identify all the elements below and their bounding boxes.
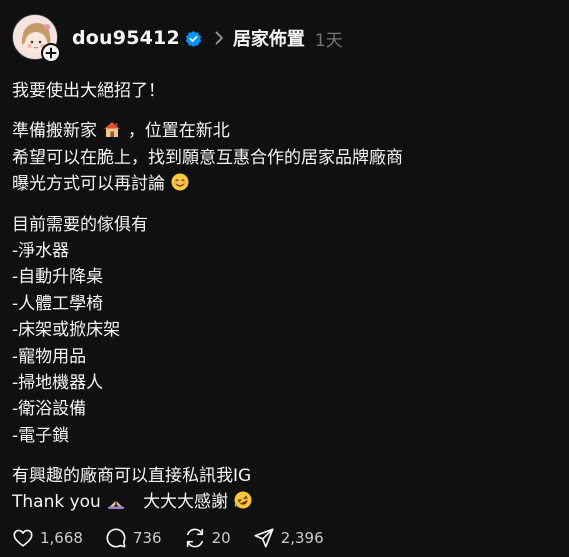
heart-icon <box>13 529 33 547</box>
like-count: 1,668 <box>40 529 83 547</box>
post-list-item: -電子鎖 <box>12 425 70 446</box>
post-body: 我要使出大絕招了！ 準備搬新家 ，位置在新北 希望可以在脆上，找到願意互惠合作的… <box>12 78 557 516</box>
post-line: 有興趣的廠商可以直接私訊我IG <box>12 466 252 487</box>
post-list-item: -自動升降桌 <box>12 267 104 288</box>
avatar[interactable] <box>12 14 61 63</box>
verified-badge-icon <box>185 30 202 47</box>
post-list-item: -淨水器 <box>12 240 70 261</box>
share-icon <box>254 528 274 548</box>
smiling-face-emoji-icon <box>170 172 190 200</box>
like-button[interactable]: 1,668 <box>12 527 83 549</box>
plus-icon <box>45 47 57 59</box>
post-line: 曝光方式可以再討論 <box>12 171 557 197</box>
post-line: 我要使出大絕招了！ <box>12 81 165 101</box>
topic-tag-link[interactable]: 居家佈置 <box>233 25 305 51</box>
post-header: dou95412 居家佈置 1天 <box>72 25 343 51</box>
post-timestamp: 1天 <box>314 30 343 51</box>
post-line: 準備搬新家 ，位置在新北 <box>12 118 557 144</box>
post-list-item: -衛浴設備 <box>12 399 87 420</box>
username-link[interactable]: dou95412 <box>72 27 180 49</box>
post-list-item: -掃地機器人 <box>12 372 104 393</box>
post-line-text: Thank you <box>12 492 101 513</box>
comment-count: 736 <box>132 529 162 547</box>
repost-button[interactable]: 20 <box>184 527 231 549</box>
rolling-laughing-emoji-icon <box>233 490 253 518</box>
post-list-item: -人體工學椅 <box>12 293 104 314</box>
follow-plus-button[interactable] <box>41 43 61 63</box>
share-button[interactable]: 2,396 <box>253 527 324 549</box>
post-list-item: -寵物用品 <box>12 346 87 367</box>
chevron-right-icon <box>213 30 225 46</box>
comment-button[interactable]: 736 <box>105 527 162 549</box>
comment-icon <box>106 528 126 548</box>
post-line: Thank you 大大大感謝 <box>12 489 557 515</box>
post-line-text: ，位置在新北 <box>127 121 230 142</box>
share-count: 2,396 <box>280 529 324 547</box>
post-line-text: 準備搬新家 <box>12 121 97 142</box>
threads-post: dou95412 居家佈置 1天 我要使出大絕招了！ 準備搬新家 ，位置在新北 … <box>0 0 569 557</box>
post-line-text: 大大大感謝 <box>143 492 229 513</box>
post-list-item: -床架或掀床架 <box>12 320 121 341</box>
repost-count: 20 <box>211 529 231 547</box>
repost-icon <box>186 528 203 548</box>
post-line: 目前需要的傢俱有 <box>12 214 148 235</box>
house-emoji-icon <box>102 119 122 147</box>
post-actions: 1,668 736 20 2,396 <box>12 526 346 550</box>
folded-hands-emoji-icon <box>106 490 126 518</box>
post-line-text: 曝光方式可以再討論 <box>12 174 165 195</box>
post-line: 希望可以在脆上，找到願意互惠合作的居家品牌廠商 <box>12 147 403 168</box>
